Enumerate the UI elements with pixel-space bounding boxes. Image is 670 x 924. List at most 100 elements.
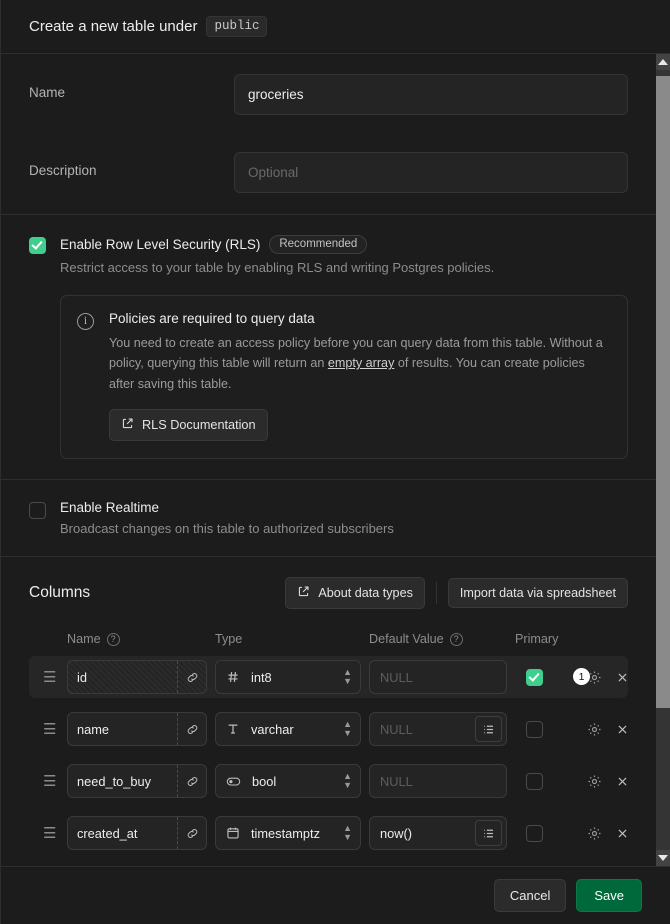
foreign-key-icon[interactable] [177,713,206,746]
scroll-down-button[interactable] [656,850,670,866]
realtime-description: Broadcast changes on this table to autho… [60,521,394,537]
help-icon[interactable]: ? [449,633,463,647]
columns-header: Columns About data types Import data via… [29,577,628,610]
save-button[interactable]: Save [576,879,642,912]
column-default-field[interactable] [369,816,507,851]
realtime-checkbox-row: Enable Realtime Broadcast changes on thi… [29,500,628,536]
column-name-field[interactable] [67,764,207,799]
column-name-field[interactable] [67,660,207,695]
column-default-field[interactable] [369,764,507,799]
column-default-input[interactable] [370,765,506,798]
columns-grid-header: Name? Type Default Value? Primary [29,632,628,647]
rls-documentation-label: RLS Documentation [142,418,256,433]
gear-icon [587,722,602,737]
chevron-updown-icon: ▲ ▼ [343,719,352,739]
chevron-down-icon [658,855,668,861]
foreign-key-icon[interactable] [177,817,206,850]
primary-key-checkbox[interactable] [526,824,543,842]
column-settings-button[interactable] [573,717,602,741]
column-settings-button[interactable]: 1 [573,665,602,689]
foreign-key-icon[interactable] [177,765,206,798]
drag-handle-icon[interactable]: ☰ [29,720,67,738]
drag-handle-icon[interactable]: ☰ [29,772,67,790]
default-value-list-icon[interactable] [475,716,502,743]
foreign-key-icon[interactable] [177,661,206,694]
column-default-input[interactable] [370,713,475,746]
about-data-types-button[interactable]: About data types [285,577,425,610]
realtime-checkbox[interactable] [29,502,46,520]
realtime-label: Enable Realtime [60,500,160,516]
scroll-up-button[interactable] [656,54,670,70]
column-default-input[interactable] [370,817,475,850]
import-spreadsheet-button[interactable]: Import data via spreadsheet [447,578,628,609]
cancel-button[interactable]: Cancel [493,879,567,912]
columns-section: Columns About data types Import data via… [1,557,656,866]
info-card-text: You need to create an access policy befo… [109,333,611,394]
description-field-row: Description [29,152,628,194]
remove-column-button[interactable] [612,822,633,844]
rls-checkbox[interactable] [29,237,46,254]
column-name-input[interactable] [68,817,177,850]
remove-column-button[interactable] [612,666,633,688]
panel-footer: Cancel Save [1,866,670,924]
actions-divider [435,582,437,605]
default-value-list-icon[interactable] [475,820,502,847]
drag-handle-icon[interactable]: ☰ [29,668,67,686]
column-type-label: varchar [251,721,294,737]
header-type: Type [215,632,243,647]
table-name-input[interactable] [234,74,628,115]
scrollbar-thumb[interactable] [656,76,670,708]
primary-key-checkbox[interactable] [526,720,543,738]
chevron-up-icon [658,59,668,65]
remove-column-button[interactable] [612,718,633,740]
hash-icon [226,670,240,684]
drag-handle-icon[interactable]: ☰ [29,824,67,842]
table-description-input[interactable] [234,152,628,193]
info-icon: i [77,313,94,330]
header-name: Name? [67,632,207,647]
gear-icon [587,826,602,841]
scrollbar[interactable] [656,54,670,866]
chevron-updown-icon: ▲ ▼ [343,823,352,843]
table-row: ☰ varchar ▲▼ [29,708,628,750]
column-type-label: timestamptz [251,825,320,841]
chevron-updown-icon: ▲ ▼ [343,771,352,791]
about-data-types-label: About data types [318,586,413,601]
primary-key-checkbox[interactable] [526,772,543,790]
column-default-field[interactable] [369,712,507,747]
primary-key-checkbox[interactable] [526,668,543,686]
info-card-title: Policies are required to query data [109,311,315,326]
panel-scroll-area: Name Description Enable Row Level Securi… [1,54,670,866]
rls-title-wrap: Enable Row Level Security (RLS) Recommen… [60,235,628,254]
column-default-field[interactable] [369,660,507,695]
column-name-input[interactable] [68,765,177,798]
column-type-select[interactable]: bool ▲ ▼ [215,764,361,799]
column-name-field[interactable] [67,816,207,851]
header-default-value: Default Value? [369,632,507,647]
column-type-select[interactable]: varchar ▲ ▼ [215,712,361,747]
column-type-label: int8 [251,669,272,685]
column-settings-button[interactable] [573,821,602,845]
column-type-select[interactable]: timestamptz ▲ ▼ [215,816,361,851]
column-name-input[interactable] [68,713,177,746]
gear-icon [587,774,602,789]
rls-info-card: i Policies are required to query data Yo… [60,295,628,460]
rls-label: Enable Row Level Security (RLS) [60,237,261,252]
column-settings-button[interactable] [573,769,602,793]
empty-array-link[interactable]: empty array [328,356,395,370]
column-default-input[interactable] [370,661,506,694]
remove-column-button[interactable] [612,770,633,792]
column-name-field[interactable] [67,712,207,747]
column-type-select[interactable]: int8 ▲ ▼ [215,660,361,695]
panel-header: Create a new table under public [1,0,670,54]
table-row: ☰ timestamptz ▲▼ [29,812,628,854]
recommended-badge: Recommended [269,235,368,254]
rls-documentation-button[interactable]: RLS Documentation [109,409,268,442]
text-icon [226,722,240,736]
help-icon[interactable]: ? [106,633,120,647]
columns-title: Columns [29,584,91,602]
table-row: ☰ timestamptz ▲▼ 1 [29,864,628,866]
column-name-input[interactable] [68,661,177,694]
calendar-icon [226,826,240,840]
scrollbar-track[interactable] [656,70,670,850]
